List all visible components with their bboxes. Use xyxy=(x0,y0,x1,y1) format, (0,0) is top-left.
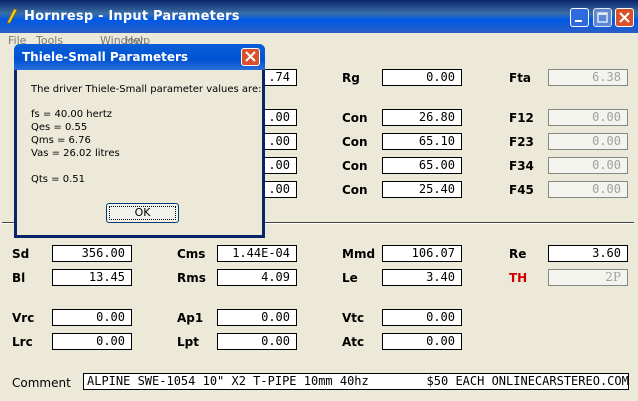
qms-value: Qms = 6.76 xyxy=(31,135,91,146)
con4-label: Con xyxy=(342,183,368,197)
vas-value: Vas = 26.02 litres xyxy=(31,148,120,159)
thiele-small-dialog: Thiele-Small Parameters The driver Thiel… xyxy=(14,44,265,238)
le-field[interactable]: 3.40 xyxy=(382,269,462,286)
title-bar: Hornresp - Input Parameters xyxy=(0,0,638,33)
close-icon xyxy=(619,12,630,23)
th-field[interactable]: 2P xyxy=(548,269,628,286)
dialog-title-bar: Thiele-Small Parameters xyxy=(14,44,265,70)
rg-label: Rg xyxy=(342,71,360,85)
sd-field[interactable]: 356.00 xyxy=(52,245,132,262)
fta-label: Fta xyxy=(509,71,532,85)
ok-button[interactable]: OK xyxy=(106,203,179,223)
lrc-label: Lrc xyxy=(12,335,33,349)
f12-field[interactable]: 0.00 xyxy=(548,109,628,126)
sd-label: Sd xyxy=(12,247,30,261)
lpt-field[interactable]: 0.00 xyxy=(217,333,297,350)
cms-field[interactable]: 1.44E-04 xyxy=(217,245,297,262)
vrc-label: Vrc xyxy=(12,311,35,325)
vtc-field[interactable]: 0.00 xyxy=(382,309,462,326)
close-button[interactable] xyxy=(615,8,634,27)
dialog-close-button[interactable] xyxy=(241,48,260,66)
f45-label: F45 xyxy=(509,183,534,197)
f12-label: F12 xyxy=(509,111,534,125)
con3-label: Con xyxy=(342,159,368,173)
bl-field[interactable]: 13.45 xyxy=(52,269,132,286)
minimize-button[interactable] xyxy=(570,8,589,27)
rms-field[interactable]: 4.09 xyxy=(217,269,297,286)
f45-field[interactable]: 0.00 xyxy=(548,181,628,198)
vtc-label: Vtc xyxy=(342,311,365,325)
con3-field[interactable]: 65.00 xyxy=(382,157,462,174)
f34-label: F34 xyxy=(509,159,534,173)
app-icon xyxy=(6,8,18,24)
close-icon xyxy=(245,51,256,62)
con4-field[interactable]: 25.40 xyxy=(382,181,462,198)
f23-field[interactable]: 0.00 xyxy=(548,133,628,150)
rms-label: Rms xyxy=(177,271,206,285)
le-label: Le xyxy=(342,271,358,285)
rg-field[interactable]: 0.00 xyxy=(382,69,462,86)
comment-field[interactable]: ALPINE SWE-1054 10" X2 T-PIPE 10mm 40hz … xyxy=(83,373,629,390)
f23-label: F23 xyxy=(509,135,534,149)
f34-field[interactable]: 0.00 xyxy=(548,157,628,174)
comment-label: Comment xyxy=(12,376,71,390)
window-title: Hornresp - Input Parameters xyxy=(24,9,240,24)
maximize-icon xyxy=(597,12,608,23)
dialog-body: The driver Thiele-Small parameter values… xyxy=(17,70,262,235)
th-label: TH xyxy=(509,271,528,285)
ap1-field[interactable]: 0.00 xyxy=(217,309,297,326)
qts-value: Qts = 0.51 xyxy=(31,174,86,185)
con1-label: Con xyxy=(342,111,368,125)
con1-field[interactable]: 26.80 xyxy=(382,109,462,126)
bl-label: Bl xyxy=(12,271,26,285)
dialog-title: Thiele-Small Parameters xyxy=(22,50,189,64)
dialog-intro: The driver Thiele-Small parameter values… xyxy=(31,84,262,95)
mmd-field[interactable]: 106.07 xyxy=(382,245,462,262)
fs-value: fs = 40.00 hertz xyxy=(31,109,113,120)
atc-field[interactable]: 0.00 xyxy=(382,333,462,350)
lrc-field[interactable]: 0.00 xyxy=(52,333,132,350)
atc-label: Atc xyxy=(342,335,365,349)
lpt-label: Lpt xyxy=(177,335,199,349)
vrc-field[interactable]: 0.00 xyxy=(52,309,132,326)
qes-value: Qes = 0.55 xyxy=(31,122,88,133)
re-field[interactable]: 3.60 xyxy=(548,245,628,262)
re-label: Re xyxy=(509,247,527,261)
maximize-button[interactable] xyxy=(593,8,612,27)
con2-label: Con xyxy=(342,135,368,149)
ap1-label: Ap1 xyxy=(177,311,204,325)
mmd-label: Mmd xyxy=(342,247,376,261)
con2-field[interactable]: 65.10 xyxy=(382,133,462,150)
cms-label: Cms xyxy=(177,247,206,261)
fta-field[interactable]: 6.38 xyxy=(548,69,628,86)
minimize-icon xyxy=(575,20,582,22)
